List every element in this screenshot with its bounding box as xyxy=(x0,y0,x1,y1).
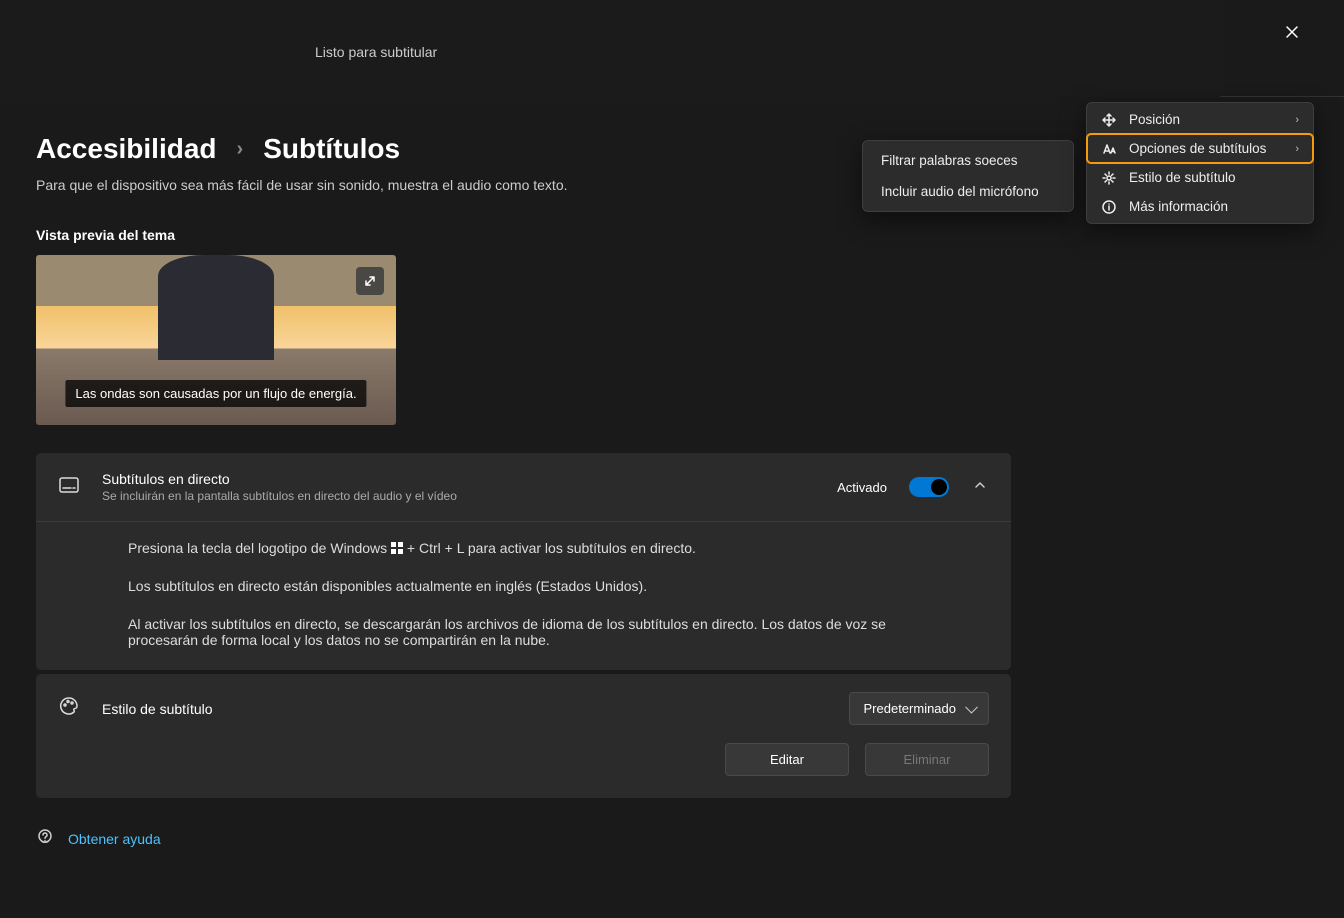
edit-button[interactable]: Editar xyxy=(725,743,849,776)
get-help-label: Obtener ayuda xyxy=(68,831,161,847)
font-icon xyxy=(1101,142,1117,156)
close-icon[interactable] xyxy=(1280,20,1304,44)
filter-profanity-item[interactable]: Filtrar palabras soeces xyxy=(863,145,1073,176)
live-captions-row[interactable]: Subtítulos en directo Se incluirán en la… xyxy=(36,453,1011,522)
caption-style-title: Estilo de subtítulo xyxy=(102,701,213,717)
windows-logo-icon xyxy=(391,542,403,554)
live-caption-status: Listo para subtitular xyxy=(315,44,437,60)
menu-caption-style-item[interactable]: Estilo de subtítulo xyxy=(1087,163,1313,192)
live-captions-card: Subtítulos en directo Se incluirán en la… xyxy=(36,453,1011,670)
include-mic-audio-item[interactable]: Incluir audio del micrófono xyxy=(863,176,1073,207)
gear-icon xyxy=(1101,171,1117,185)
caption-style-dropdown[interactable]: Predeterminado xyxy=(849,692,990,725)
info-icon xyxy=(1101,200,1117,214)
toggle-state-label: Activado xyxy=(837,480,887,495)
chevron-right-icon: › xyxy=(1295,114,1299,126)
live-captions-body: Presiona la tecla del logotipo de Window… xyxy=(36,522,1011,670)
page-title: Subtítulos xyxy=(263,133,400,165)
live-captions-shortcut: Presiona la tecla del logotipo de Window… xyxy=(128,540,951,556)
caption-settings-menu: Posición › Opciones de subtítulos › Esti… xyxy=(1086,102,1314,224)
menu-more-info-item[interactable]: Más información xyxy=(1087,192,1313,221)
get-help-link[interactable]: Obtener ayuda xyxy=(36,828,1308,849)
theme-preview-thumbnail[interactable]: Las ondas son causadas por un flujo de e… xyxy=(36,255,396,425)
live-captions-text: Subtítulos en directo Se incluirán en la… xyxy=(102,471,815,503)
live-caption-widget: Listo para subtitular xyxy=(0,7,1224,97)
live-captions-desc: Se incluirán en la pantalla subtítulos e… xyxy=(102,489,815,503)
chevron-right-icon: › xyxy=(1295,143,1299,155)
live-captions-title: Subtítulos en directo xyxy=(102,471,815,487)
menu-caption-options-item[interactable]: Opciones de subtítulos › xyxy=(1087,134,1313,163)
menu-position-item[interactable]: Posición › xyxy=(1087,105,1313,134)
chevron-up-icon[interactable] xyxy=(971,478,989,496)
breadcrumb-parent[interactable]: Accesibilidad xyxy=(36,133,217,165)
palette-icon xyxy=(58,696,80,721)
caption-top-bar: Listo para subtitular xyxy=(0,0,1344,97)
live-captions-availability: Los subtítulos en directo están disponib… xyxy=(128,578,951,594)
live-captions-toggle[interactable] xyxy=(909,477,949,497)
chevron-right-icon: › xyxy=(237,138,244,161)
caption-options-submenu: Filtrar palabras soeces Incluir audio de… xyxy=(862,140,1074,212)
preview-label: Vista previa del tema xyxy=(36,227,1308,243)
move-icon xyxy=(1101,113,1117,127)
preview-caption-text: Las ondas son causadas por un flujo de e… xyxy=(65,380,366,407)
live-captions-privacy: Al activar los subtítulos en directo, se… xyxy=(128,616,951,648)
delete-button: Eliminar xyxy=(865,743,989,776)
captions-icon xyxy=(58,477,80,498)
caption-style-card: Estilo de subtítulo Predeterminado Edita… xyxy=(36,674,1011,798)
expand-icon[interactable] xyxy=(356,267,384,295)
help-icon xyxy=(36,828,54,849)
